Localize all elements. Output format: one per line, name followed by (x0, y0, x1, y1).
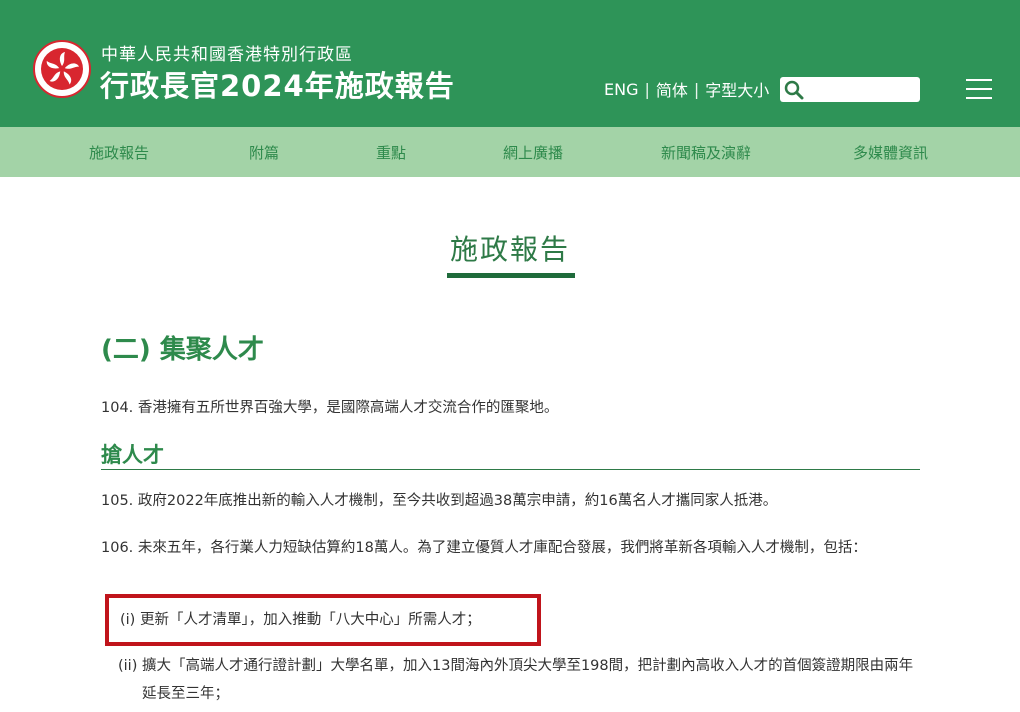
list-item-i: (i) 更新「人才清單」，加入推動「八大中心」所需人才； (120, 612, 481, 628)
nav-item-supplement[interactable]: 附篇 (249, 142, 279, 163)
nav-item-multimedia[interactable]: 多媒體資訊 (853, 142, 928, 163)
lang-separator: | (693, 79, 700, 99)
language-bar: ENG | 简体 | 字型大小 (604, 77, 769, 101)
hksar-emblem-logo[interactable] (33, 40, 91, 98)
main-nav: 施政報告 附篇 重點 網上廣播 新聞稿及演辭 多媒體資訊 (0, 127, 1020, 177)
site-title[interactable]: 行政長官2024年施政報告 (100, 63, 455, 105)
site-header: 中華人民共和國香港特別行政區 行政長官2024年施政報告 ENG | 简体 | … (0, 0, 1020, 127)
list-item-ii: (ii) 擴大「高端人才通行證計劃」大學名單，加入13間海內外頂尖大學至198間… (118, 652, 918, 708)
list-item-number: (ii) (118, 658, 138, 674)
nav-item-highlights[interactable]: 重點 (376, 142, 406, 163)
paragraph-104: 104. 香港擁有五所世界百強大學，是國際高端人才交流合作的匯聚地。 (101, 400, 559, 416)
bauhinia-icon (41, 48, 83, 90)
subsection-divider (101, 469, 920, 470)
search-input[interactable] (806, 79, 914, 100)
hamburger-menu-icon[interactable] (966, 79, 992, 99)
lang-english-link[interactable]: ENG (604, 80, 638, 99)
search-icon[interactable] (784, 80, 804, 100)
title-underline (447, 273, 575, 278)
page-title: 施政報告 (449, 233, 570, 266)
subsection-heading: 搶人才 (101, 443, 164, 467)
font-size-link[interactable]: 字型大小 (705, 77, 769, 101)
paragraph-105: 105. 政府2022年底推出新的輸入人才機制，至今共收到超過38萬宗申請，約1… (101, 493, 778, 509)
government-name: 中華人民共和國香港特別行政區 (101, 45, 353, 65)
section-title: (二) 集聚人才 (101, 335, 264, 365)
paragraph-106: 106. 未來五年，各行業人力短缺估算約18萬人。為了建立優質人才庫配合發展，我… (101, 540, 867, 556)
lang-separator: | (644, 79, 650, 99)
nav-item-policy-address[interactable]: 施政報告 (89, 142, 149, 163)
nav-item-press-releases[interactable]: 新聞稿及演辭 (661, 142, 751, 163)
list-item-text: 擴大「高端人才通行證計劃」大學名單，加入13間海內外頂尖大學至198間，把計劃內… (142, 658, 914, 702)
lang-simplified-link[interactable]: 简体 (656, 77, 688, 101)
nav-item-webcast[interactable]: 網上廣播 (503, 142, 563, 163)
search-box (780, 77, 920, 102)
